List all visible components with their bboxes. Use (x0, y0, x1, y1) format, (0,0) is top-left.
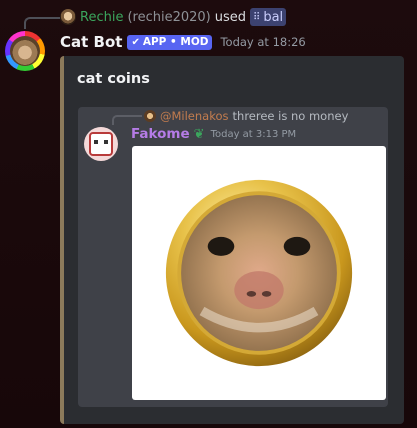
discord-message-view: Rechie (rechie2020) used ⠿ bal Cat Bot ✔… (0, 0, 417, 428)
fakome-avatar[interactable] (84, 127, 118, 161)
cat-bot-avatar[interactable] (5, 31, 45, 71)
command-chip[interactable]: ⠿ bal (250, 8, 287, 26)
slash-command-icon: ⠿ (253, 11, 261, 23)
command-name: bal (263, 9, 284, 25)
gold-coin-icon (165, 179, 353, 367)
fakome-header: Fakome ❦ Today at 3:13 PM (131, 125, 296, 143)
milenakos-mention[interactable]: @Milenakos (160, 109, 229, 123)
verified-check-icon: ✔ (131, 36, 140, 48)
fakome-timestamp: Today at 3:13 PM (210, 128, 297, 140)
reply-connector (24, 17, 60, 29)
milenakos-avatar (144, 110, 156, 122)
app-mod-tag: ✔ APP • MOD (127, 34, 213, 50)
embed-title: cat coins (77, 71, 150, 87)
sprout-icon: ❦ (193, 126, 205, 142)
rechie-handle: (rechie2020) (127, 9, 211, 25)
app-tag-label: APP • MOD (142, 36, 209, 48)
reply-preview-text: threree is no money (232, 109, 349, 123)
rechie-avatar[interactable] (60, 9, 76, 25)
fakome-username[interactable]: Fakome (131, 126, 190, 142)
coin-image[interactable] (132, 146, 386, 400)
inner-reply-connector (112, 115, 142, 125)
cat-face-image (10, 36, 40, 66)
command-reference[interactable]: Rechie (rechie2020) used ⠿ bal (60, 8, 287, 26)
bot-username[interactable]: Cat Bot (60, 33, 122, 51)
pixel-face-icon (89, 132, 113, 156)
rechie-username[interactable]: Rechie (80, 10, 123, 25)
quoted-message-card: @Milenakos threree is no money Fakome ❦ … (78, 107, 388, 407)
message-header: Cat Bot ✔ APP • MOD Today at 18:26 (60, 33, 306, 51)
used-label: used (214, 9, 246, 25)
inner-reply-preview[interactable]: @Milenakos threree is no money (144, 108, 348, 124)
embed-card: cat coins @Milenakos threree is no money… (60, 56, 404, 424)
message-timestamp[interactable]: Today at 18:26 (220, 35, 305, 49)
